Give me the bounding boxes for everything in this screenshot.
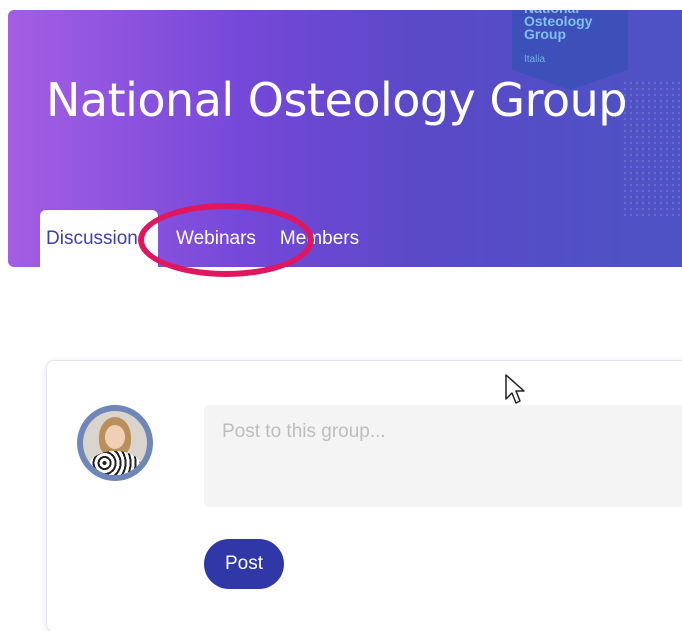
tab-discussion[interactable]: Discussion — [40, 210, 158, 267]
tab-discussion-label: Discussion — [46, 227, 138, 249]
user-avatar[interactable] — [77, 405, 153, 481]
group-header-banner: National Osteology Group Italia National… — [8, 10, 682, 267]
tab-webinars[interactable]: Webinars — [158, 210, 262, 267]
tab-webinars-label: Webinars — [176, 227, 256, 249]
post-composer-card: Post — [46, 360, 682, 631]
post-input[interactable] — [204, 405, 682, 507]
page: National Osteology Group Italia National… — [0, 0, 682, 631]
group-tabs: Discussion Webinars Members — [40, 210, 365, 267]
tab-members-label: Members — [279, 227, 360, 249]
banner-pattern — [622, 80, 682, 220]
avatar-photo — [83, 411, 147, 475]
group-logo-subtitle: Italia — [524, 54, 546, 65]
avatar-body — [89, 451, 141, 475]
tab-members[interactable]: Members — [262, 210, 365, 267]
post-button[interactable]: Post — [204, 539, 284, 589]
avatar-face — [105, 425, 125, 449]
group-title: National Osteology Group — [46, 73, 627, 127]
group-logo-text: National Osteology Group — [524, 10, 593, 42]
mouse-pointer-icon — [505, 374, 525, 404]
